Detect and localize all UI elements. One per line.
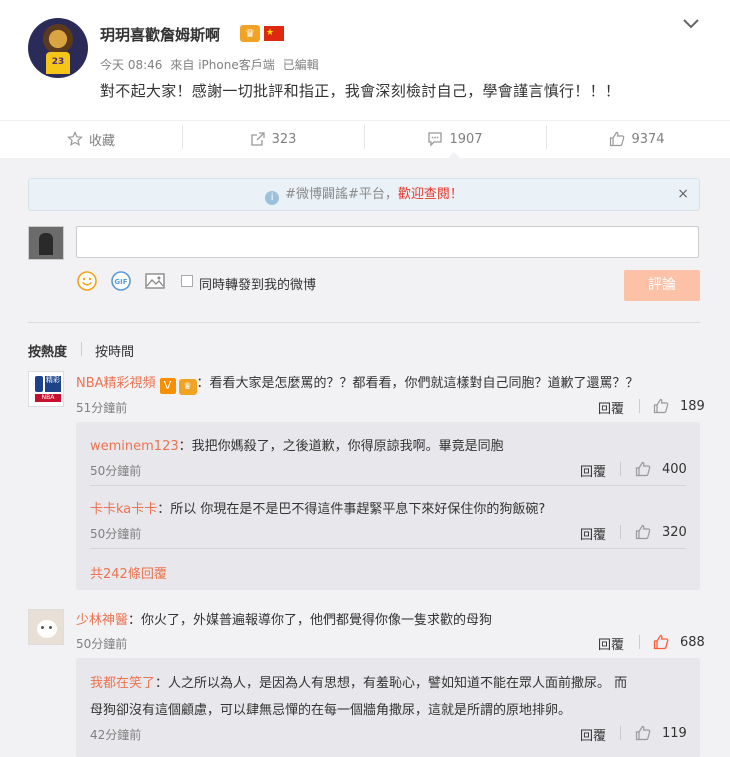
commenter-name[interactable]: NBA精彩視頻	[76, 376, 156, 391]
thumbs-up-icon	[635, 524, 651, 540]
replier-name[interactable]: weminem123	[90, 439, 179, 454]
comment-count: 1907	[449, 131, 483, 147]
comment-body: NBA精彩視頻 V ♛ ：看看大家是怎麼罵的？？都看看，你們就這樣對自己同胞？道歉了還…	[76, 372, 639, 395]
replier-name[interactable]: 卡卡ka卡卡	[90, 502, 157, 517]
reply-button[interactable]: 回覆	[580, 725, 606, 744]
post-text: 對不起大家！感謝一切批評和指正，我會深刻檢討自己，學會謹言慎行！！！	[100, 82, 621, 100]
chevron-down-icon[interactable]	[682, 18, 700, 30]
post-meta: 今天 08:46 來自 iPhone客戶端 已編輯	[100, 56, 327, 73]
reply-time: 50分鐘前	[90, 527, 142, 541]
image-icon[interactable]	[144, 270, 166, 292]
comment-time: 51分鐘前	[76, 401, 128, 415]
reply-text: ：我把你媽殺了，之後道歉，你得原諒我啊。畢竟是同胞	[178, 439, 504, 454]
comment-like-button[interactable]: 189	[652, 398, 705, 414]
reply-button[interactable]: 回覆	[580, 461, 606, 480]
repost-checkbox[interactable]	[181, 275, 193, 287]
favorite-button[interactable]: 收藏	[0, 121, 182, 157]
divider	[28, 322, 700, 323]
repost-button[interactable]: 323	[182, 121, 364, 157]
reply-button[interactable]: 回覆	[598, 398, 624, 417]
emoji-icon[interactable]	[76, 270, 98, 292]
thumbs-up-icon	[610, 131, 625, 147]
thumbs-up-icon	[635, 461, 651, 477]
sort-by-hot-tab[interactable]: 按熱度	[28, 341, 67, 360]
reply-like-button[interactable]: 400	[634, 461, 687, 477]
poster-avatar[interactable]: 23	[28, 18, 88, 78]
star-icon	[67, 131, 83, 147]
reply-body: 我都在笑了：人之所以為人，是因為人有思想，有羞恥心，譬如知道不能在眾人面前撒尿。…	[90, 672, 627, 691]
thumbs-up-icon	[653, 398, 669, 414]
comment-like-count: 189	[680, 398, 705, 414]
rumor-notice: i #微博闢謠#平台，歡迎查閱！ ×	[28, 178, 700, 211]
post-source: 來自 iPhone客戶端	[170, 58, 275, 72]
commenter-name[interactable]: 少林神醫	[76, 613, 128, 628]
reply-text: ：人之所以為人，是因為人有思想，有羞恥心，譬如知道不能在眾人面前撒尿。 而	[155, 676, 628, 691]
comment-input[interactable]	[76, 226, 699, 258]
my-avatar	[28, 226, 64, 260]
vip-crown-icon: ♛	[178, 379, 197, 395]
post-action-bar: 收藏 323 1907 9374	[0, 120, 730, 156]
gif-icon[interactable]: GIF	[110, 270, 132, 292]
sort-by-time-tab[interactable]: 按時間	[95, 341, 134, 360]
repost-checkbox-label[interactable]: 同時轉發到我的微博	[199, 274, 316, 293]
reply-time: 50分鐘前	[90, 464, 142, 478]
reply-like-count: 400	[662, 461, 687, 477]
reply-like-button[interactable]: 320	[634, 524, 687, 540]
reply-like-count: 320	[662, 524, 687, 540]
notice-tag[interactable]: #微博闢謠#平台，	[285, 187, 398, 202]
like-button[interactable]: 9374	[546, 121, 728, 157]
comment-text: ：看看大家是怎麼罵的？？都看看，你們就這樣對自己同胞？道歉了還罵？？	[196, 376, 639, 391]
reply-text-line2: 母狗卻沒有這個顧慮，可以肆無忌憚的在每一個牆角撒尿，這就是所謂的原地排卵。	[90, 703, 572, 718]
repost-count: 323	[271, 131, 297, 147]
reply-body: weminem123：我把你媽殺了，之後道歉，你得原諒我啊。畢竟是同胞	[90, 435, 504, 454]
more-replies-link[interactable]: 共242條回覆	[90, 563, 167, 582]
poster-username[interactable]: 玥玥喜歡詹姆斯啊	[100, 24, 220, 45]
reply-time: 42分鐘前	[90, 728, 142, 742]
reply-text: ：所以 你現在是不是巴不得這件事趕緊平息下來好保住你的狗飯碗?	[157, 502, 546, 517]
weibo-post: 23 玥玥喜歡詹姆斯啊 ♛ ★ 今天 08:46 來自 iPhone客戶端 已編輯 …	[0, 0, 730, 120]
reply-like-count: 119	[662, 725, 687, 741]
reply-like-button[interactable]: 119	[634, 725, 687, 741]
china-flag-icon: ★	[264, 26, 284, 41]
comment-panel: i #微博闢謠#平台，歡迎查閱！ × GIF 同時轉發到我的微博 評論 按熱度 按…	[0, 158, 730, 757]
post-time[interactable]: 今天 08:46	[100, 58, 162, 72]
like-count: 9374	[631, 131, 665, 147]
svg-text:GIF: GIF	[114, 278, 127, 286]
comment-icon	[428, 132, 443, 147]
comment-text: ：你火了，外媒普遍報導你了，他們都覺得你像一隻求歡的母狗	[128, 613, 493, 628]
replier-name[interactable]: 我都在笑了	[90, 676, 155, 691]
comment-like-button[interactable]: 688	[652, 634, 705, 650]
thumbs-up-icon	[653, 634, 669, 650]
reply-body: 卡卡ka卡卡：所以 你現在是不是巴不得這件事趕緊平息下來好保住你的狗飯碗?	[90, 498, 545, 517]
notice-link[interactable]: 歡迎查閱！	[398, 187, 463, 202]
favorite-label: 收藏	[88, 133, 115, 149]
close-icon[interactable]: ×	[677, 179, 689, 210]
thumbs-up-icon	[635, 725, 651, 741]
vip-crown-icon[interactable]: ♛	[240, 25, 260, 42]
submit-comment-button[interactable]: 評論	[624, 270, 700, 301]
reply-button[interactable]: 回覆	[598, 634, 624, 653]
verified-v-icon: V	[159, 378, 176, 394]
post-edited[interactable]: 已編輯	[283, 58, 319, 72]
comment-like-count: 688	[680, 634, 705, 650]
share-icon	[250, 132, 265, 146]
info-icon: i	[265, 191, 280, 205]
reply-button[interactable]: 回覆	[580, 524, 606, 543]
commenter-avatar[interactable]	[28, 609, 64, 645]
comment-time: 50分鐘前	[76, 637, 128, 651]
commenter-avatar[interactable]: NBA 精彩	[28, 371, 64, 407]
comment-body: 少林神醫：你火了，外媒普遍報導你了，他們都覺得你像一隻求歡的母狗	[76, 609, 492, 628]
